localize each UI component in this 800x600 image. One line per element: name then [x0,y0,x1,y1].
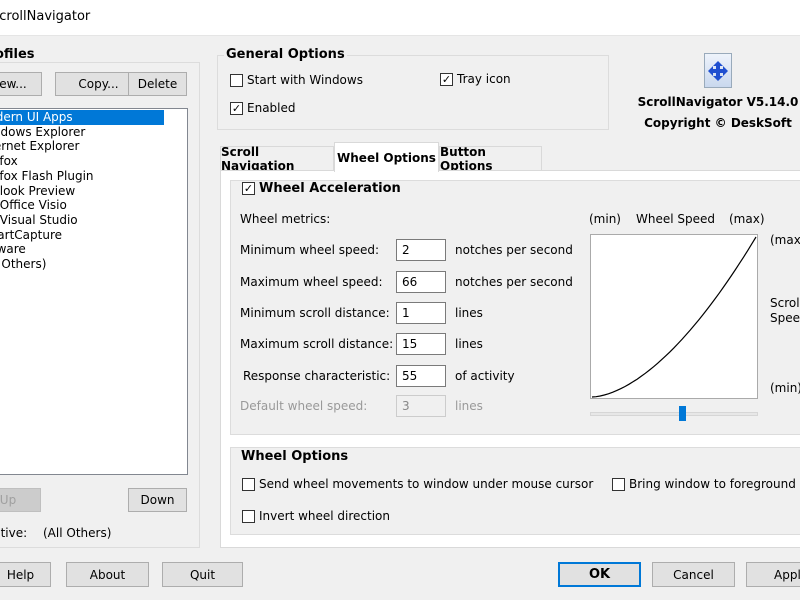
active-profile-value: (All Others) [43,526,112,540]
response-curve [591,236,757,398]
enabled-checkbox[interactable]: ✓ Enabled [230,101,296,115]
quit-button[interactable]: Quit [162,562,243,587]
wheel-options-title: Wheel Options [241,449,349,464]
profile-list-item[interactable]: Outlook Preview [0,184,164,199]
tab-wheel-options[interactable]: Wheel Options [334,142,439,172]
metric-label: Minimum wheel speed: [240,243,380,257]
send-under-cursor-checkbox[interactable]: Send wheel movements to window under mou… [242,477,593,491]
profiles-listbox[interactable]: Modern UI AppsWindows ExplorerInternet E… [0,108,188,475]
profile-list-item[interactable]: Firefox Flash Plugin [0,169,164,184]
window-title: ScrollNavigator [0,9,91,24]
checkbox-box [242,509,255,523]
metric-input[interactable]: 15 [396,333,446,355]
response-slider-thumb[interactable] [678,406,686,421]
profile-list-item[interactable]: Internet Explorer [0,139,164,154]
metric-label: Response characteristic: [243,369,391,383]
profile-list-item[interactable]: MS Office Visio [0,198,164,213]
new-profile-button[interactable]: New... [0,72,42,96]
move-up-button[interactable]: Up [0,488,41,512]
graph-x-title: Wheel Speed [636,212,716,226]
ok-button[interactable]: OK [558,562,641,587]
move-down-button[interactable]: Down [128,488,187,512]
wheel-acceleration-checkbox[interactable]: ✓ Wheel Acceleration [242,181,401,196]
general-options-group [217,55,609,130]
metric-input[interactable]: 2 [396,239,446,261]
checkmark-icon: ✓ [230,101,243,115]
metric-label: Default wheel speed: [240,399,368,413]
graph-x-min: (min) [589,212,621,226]
profile-list-item[interactable]: VMware [0,242,164,257]
checkbox-box [230,73,243,87]
title-bar: ScrollNavigator [0,0,800,36]
tab-button-options[interactable]: Button Options [439,145,542,173]
general-options-title: General Options [224,47,347,62]
checkmark-icon: ✓ [242,182,255,195]
metric-input[interactable]: 1 [396,302,446,324]
checkmark-icon: ✓ [440,72,453,86]
profile-list-item[interactable]: Firefox [0,154,164,169]
apply-button[interactable]: Apply [746,562,800,587]
speed-graph [590,234,758,399]
product-version: ScrollNavigator V5.14.0 [637,95,799,109]
profile-list-item[interactable]: SmartCapture [0,228,164,243]
metric-unit: notches per second [455,275,573,289]
wheel-metrics-label: Wheel metrics: [240,212,331,226]
graph-y-min: (min) [770,381,800,395]
metric-unit: of activity [455,369,515,383]
profile-list-item[interactable]: Modern UI Apps [0,110,164,125]
copyright: Copyright © DeskSoft [644,116,792,130]
graph-y-max: (max) [770,233,800,247]
metric-unit: lines [455,306,483,320]
move-arrows-icon [704,53,732,88]
delete-profile-button[interactable]: Delete [128,72,187,96]
profile-list-item[interactable]: (All Others) [0,257,164,272]
metric-input[interactable]: 3 [396,395,446,417]
profile-list-item[interactable]: Windows Explorer [0,125,164,140]
metric-input[interactable]: 66 [396,271,446,293]
metric-label: Maximum wheel speed: [240,275,383,289]
checkbox-box [612,477,625,491]
cancel-button[interactable]: Cancel [652,562,735,587]
checkbox-box [242,477,255,491]
active-label: Active: [0,526,28,540]
metric-label: Maximum scroll distance: [240,337,394,351]
profiles-title: Profiles [0,48,37,62]
tab-scroll-navigation[interactable]: Scroll Navigation [220,145,334,173]
metric-unit: lines [455,399,483,413]
metric-input[interactable]: 55 [396,365,446,387]
response-slider-track[interactable] [590,412,758,416]
metric-label: Minimum scroll distance: [240,306,390,320]
tray-icon-checkbox[interactable]: ✓ Tray icon [440,72,511,86]
invert-direction-checkbox[interactable]: Invert wheel direction [242,509,390,523]
help-button[interactable]: Help [0,562,51,587]
bring-foreground-checkbox[interactable]: Bring window to foreground [612,477,796,491]
graph-y-title-1: Scroll [770,296,800,310]
profile-list-item[interactable]: MS Visual Studio [0,213,164,228]
about-button[interactable]: About [66,562,149,587]
graph-y-title-2: Speed [770,311,800,325]
metric-unit: notches per second [455,243,573,257]
metric-unit: lines [455,337,483,351]
graph-x-max: (max) [729,212,765,226]
start-with-windows-checkbox[interactable]: Start with Windows [230,73,363,87]
